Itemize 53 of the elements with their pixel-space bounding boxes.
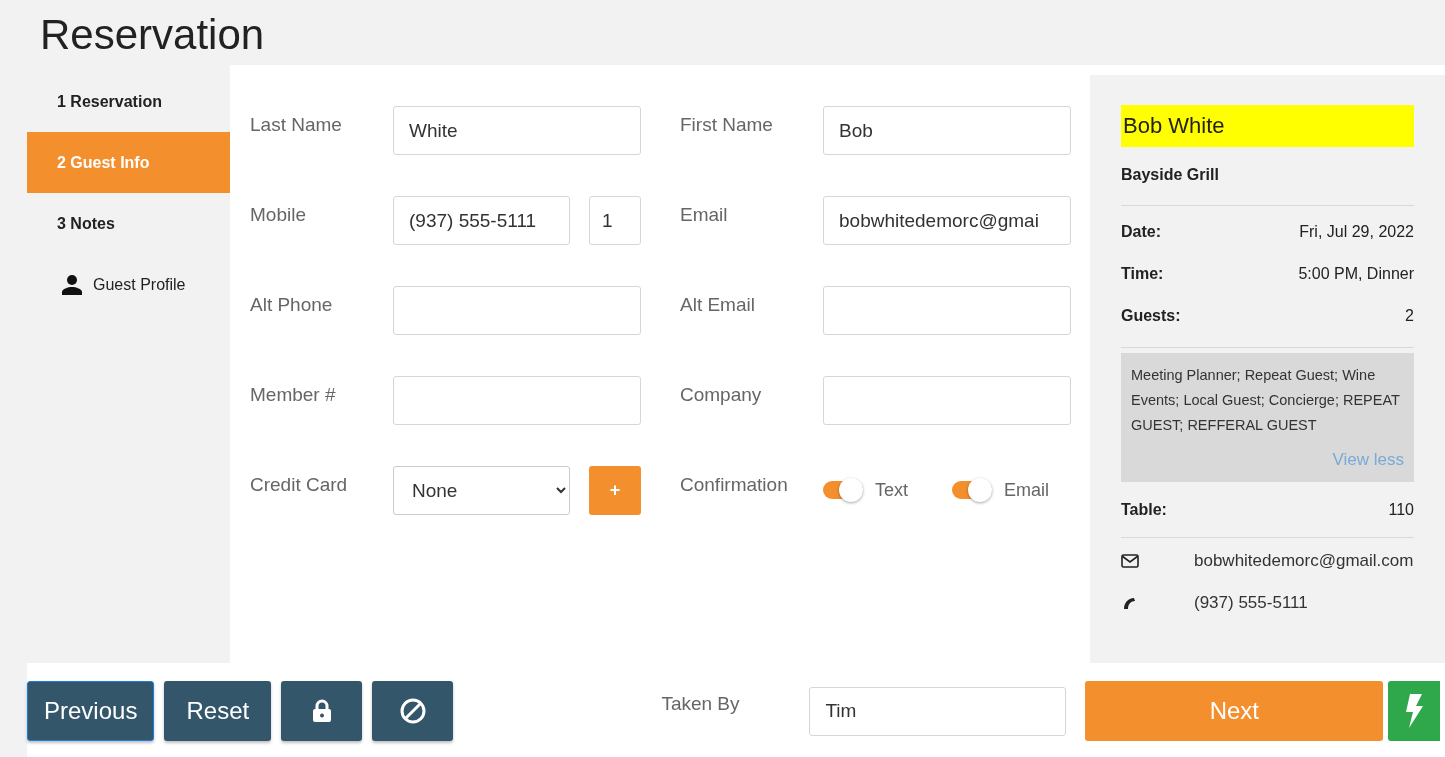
lock-icon: [311, 699, 332, 723]
guest-name: Bob White: [1121, 105, 1414, 147]
ban-icon: [399, 698, 426, 724]
toggle-label: Text: [875, 479, 908, 501]
footer-button[interactable]: Previous: [27, 681, 155, 741]
field-label: Credit Card: [250, 473, 349, 496]
text-field[interactable]: [393, 376, 641, 425]
detail-label: Date:: [1121, 223, 1161, 241]
detail-value: Fri, Jul 29, 2022: [1299, 223, 1414, 241]
text-field[interactable]: White: [393, 106, 641, 155]
toggle-switch[interactable]: [952, 481, 992, 499]
contact-value: bobwhitedemorc@gmail.com: [1194, 551, 1414, 571]
ban-button[interactable]: [372, 681, 454, 741]
field-label: Confirmation: [680, 473, 789, 496]
venue-name: Bayside Grill: [1121, 147, 1414, 206]
contact-value: (937) 555-5111: [1194, 593, 1308, 613]
field-label: First Name: [680, 113, 774, 136]
field-label: Email: [680, 203, 729, 226]
detail-label: Time:: [1121, 265, 1164, 283]
text-field[interactable]: Bob: [823, 106, 1071, 155]
quick-action-button[interactable]: [1388, 681, 1441, 741]
guest-tags: Meeting Planner; Repeat Guest; Wine Events; Local Guest; Concierge; REPEAT GUEST; REFFERAL GUEST: [1131, 363, 1404, 438]
detail-value: 110: [1388, 500, 1414, 519]
text-field[interactable]: [823, 286, 1071, 335]
detail-value: 5:00 PM, Dinner: [1298, 265, 1414, 283]
field-label: Alt Phone: [250, 293, 334, 316]
page-title: Reservation: [39, 10, 266, 60]
field-label: Mobile: [250, 203, 307, 226]
taken-by-field[interactable]: Tim: [809, 686, 1067, 736]
lightning-icon: [1404, 694, 1425, 728]
phone-field[interactable]: (937) 555-5111: [393, 196, 570, 245]
person-icon: [61, 274, 83, 295]
field-label: Alt Email: [680, 293, 756, 316]
field-label: Company: [680, 383, 763, 406]
text-field[interactable]: bobwhitedemorc@gmai: [823, 196, 1071, 245]
step-tab[interactable]: Guest Profile: [27, 254, 230, 315]
detail-label: Guests:: [1121, 307, 1181, 325]
step-tab[interactable]: 3 Notes: [27, 193, 230, 254]
lock-button[interactable]: [281, 681, 363, 741]
toggle-label: Email: [1004, 479, 1050, 501]
step-tab[interactable]: 1 Reservation: [27, 71, 230, 132]
field-label: Taken By: [661, 692, 741, 715]
envelope-icon: [1121, 554, 1139, 568]
detail-value: 2: [1405, 307, 1414, 325]
text-field[interactable]: [823, 376, 1071, 425]
detail-label: Table:: [1121, 500, 1167, 519]
text-field[interactable]: [393, 286, 641, 335]
field-label: Member #: [250, 383, 337, 406]
field-label: Last Name: [250, 113, 343, 136]
extension-field[interactable]: 1: [589, 196, 641, 245]
footer-button[interactable]: Reset: [164, 681, 272, 741]
card-select[interactable]: None: [393, 466, 570, 515]
toggle-switch[interactable]: [823, 481, 863, 499]
